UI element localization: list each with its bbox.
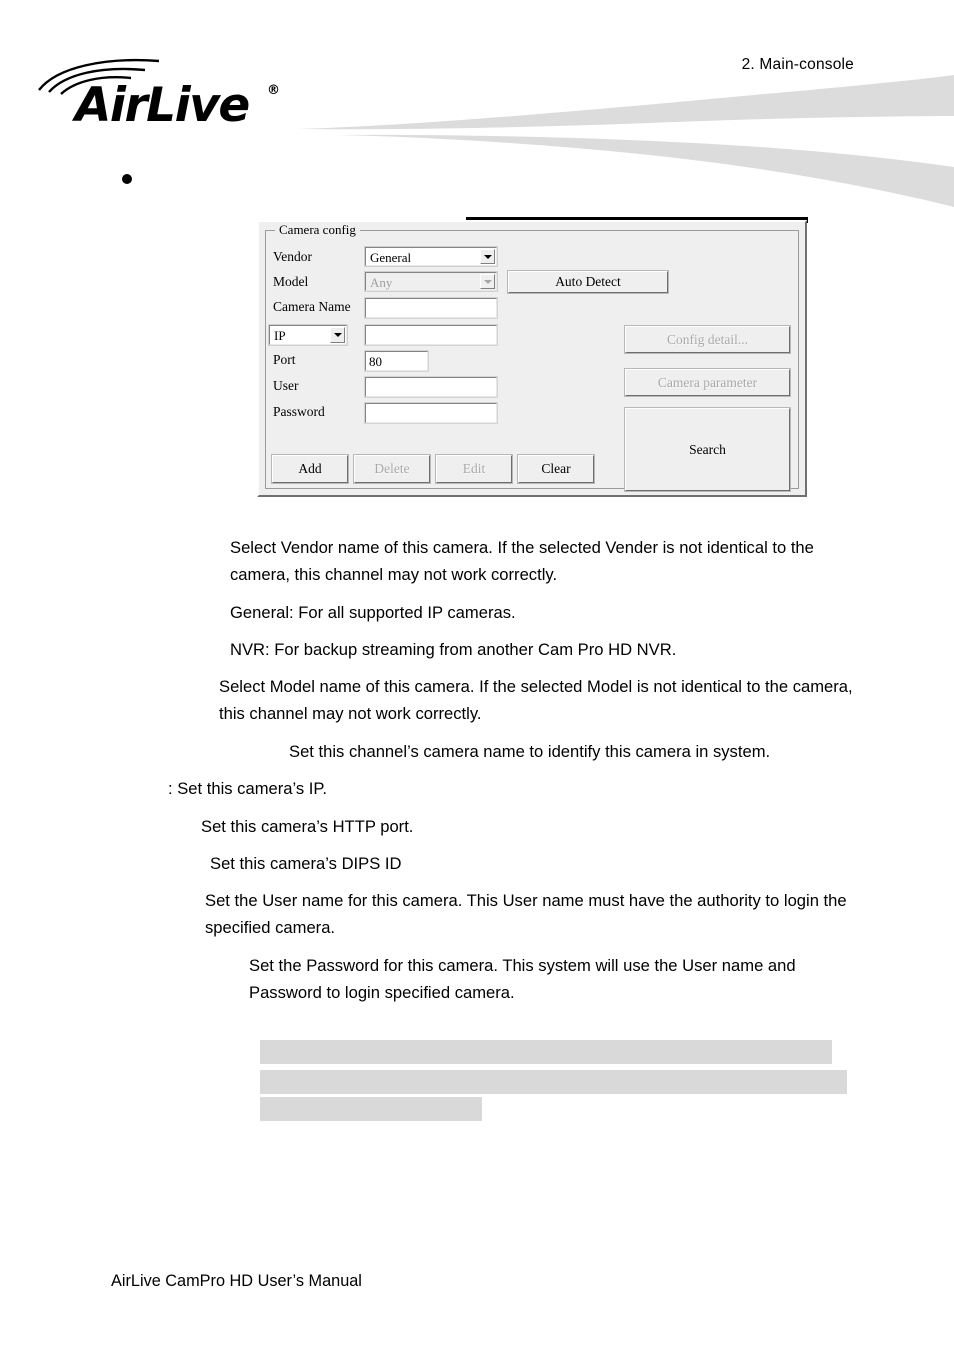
vendor-select-value: General <box>370 250 412 265</box>
page-header: 2. Main-console AirLive ® <box>0 0 954 215</box>
add-button[interactable]: Add <box>271 454 349 484</box>
chevron-down-icon <box>483 254 492 259</box>
address-type-select-dropdown-button[interactable] <box>330 327 345 343</box>
paragraph-model-description: Select Model name of this camera. If the… <box>219 677 853 723</box>
password-label: Password <box>273 404 325 419</box>
paragraph-camera-name-description: Set this channel’s camera name to identi… <box>289 742 771 761</box>
delete-button[interactable]: Delete <box>353 454 431 484</box>
port-label: Port <box>273 352 296 367</box>
paragraph-general-option: General: For all supported IP cameras. <box>230 603 516 622</box>
paragraph-dips-description: Set this camera’s DIPS ID <box>210 854 402 873</box>
redaction-bar-2 <box>260 1070 847 1094</box>
address-type-select-value: IP <box>274 328 286 343</box>
model-select[interactable]: Any <box>364 271 498 292</box>
paragraph-user-description: Set the User name for this camera. This … <box>205 891 847 937</box>
password-input[interactable] <box>364 402 498 424</box>
auto-detect-button[interactable]: Auto Detect <box>507 270 669 294</box>
paragraph-nvr-option: NVR: For backup streaming from another C… <box>230 640 677 659</box>
model-select-value: Any <box>370 275 393 290</box>
camera-name-label: Camera Name <box>273 299 351 314</box>
edit-button[interactable]: Edit <box>435 454 513 484</box>
clear-button[interactable]: Clear <box>517 454 595 484</box>
footer-manual-title: AirLive CamPro HD User’s Manual <box>111 1272 362 1290</box>
redaction-bar-1 <box>260 1040 832 1064</box>
port-input[interactable]: 80 <box>364 350 429 372</box>
config-detail-button[interactable]: Config detail... <box>624 325 791 354</box>
chevron-down-icon <box>483 279 492 284</box>
vendor-label: Vendor <box>273 249 312 264</box>
registered-trademark-icon: ® <box>267 83 280 98</box>
vendor-select[interactable]: General <box>364 246 498 267</box>
model-select-dropdown-button[interactable] <box>480 274 495 289</box>
airlive-logo: AirLive ® <box>35 57 295 152</box>
redaction-bar-3 <box>260 1097 482 1121</box>
paragraph-password-description: Set the Password for this camera. This s… <box>249 956 796 1002</box>
logo-wordmark: AirLive <box>75 78 250 133</box>
user-input[interactable] <box>364 376 498 398</box>
user-label: User <box>273 378 299 393</box>
camera-config-dialog: Camera config Vendor General Model Any A… <box>257 220 807 497</box>
paragraph-vendor-description: Select Vendor name of this camera. If th… <box>230 538 814 584</box>
search-button[interactable]: Search <box>624 407 791 492</box>
camera-name-input[interactable] <box>364 297 498 319</box>
paragraph-ip-description: : Set this camera’s IP. <box>168 779 327 798</box>
paragraph-port-description: Set this camera’s HTTP port. <box>201 817 414 836</box>
chevron-down-icon <box>333 333 342 337</box>
address-type-select[interactable]: IP <box>268 324 348 346</box>
header-swoosh-decoration <box>295 75 954 207</box>
groupbox-title: Camera config <box>275 222 360 238</box>
bullet-point-icon <box>122 174 132 184</box>
vendor-select-dropdown-button[interactable] <box>480 249 495 264</box>
camera-parameter-button[interactable]: Camera parameter <box>624 368 791 397</box>
model-label: Model <box>273 274 309 289</box>
address-input[interactable] <box>364 324 498 346</box>
